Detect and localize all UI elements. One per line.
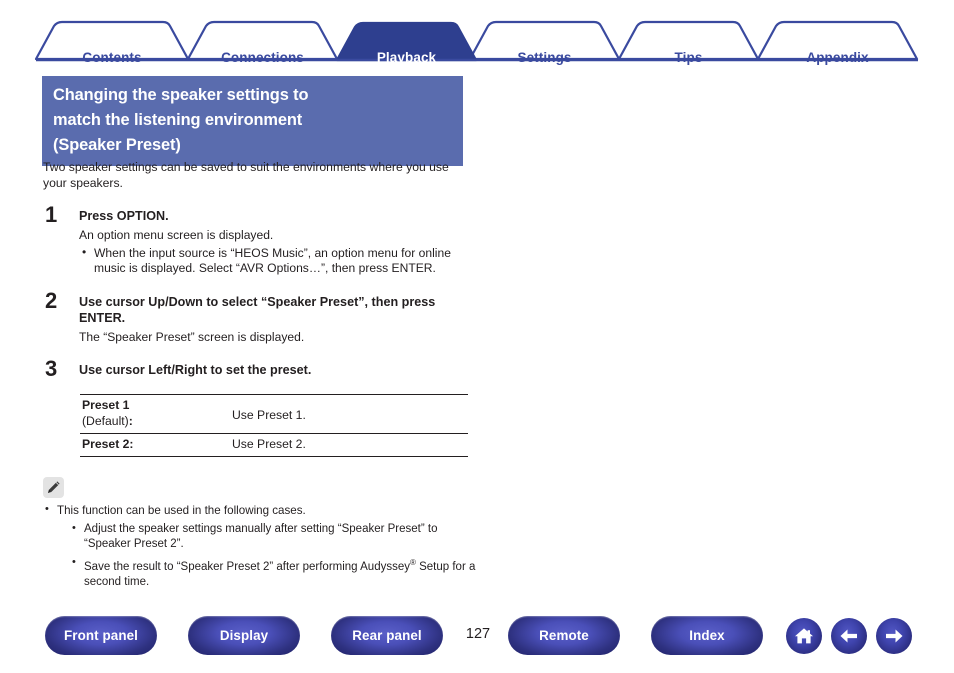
note-item-2-text-pre: Save the result to “Speaker Preset 2” af… [84, 560, 410, 573]
rear-panel-button[interactable]: Rear panel [331, 616, 443, 655]
pencil-icon [43, 477, 64, 499]
note-item-1-text: Adjust the speaker settings manually aft… [84, 523, 438, 551]
display-button-label: Display [219, 628, 269, 643]
article-body: Two speaker settings can be saved to sui… [43, 160, 475, 589]
step-2: 2 Use cursor Up/Down to select “Speaker … [43, 289, 473, 346]
arrow-right-icon [886, 629, 903, 643]
front-panel-button[interactable]: Front panel [45, 616, 157, 655]
page-title-line-3: (Speaker Preset) [53, 136, 181, 154]
step-1-heading: Press OPTION. [79, 209, 169, 224]
preset-row-1-key-suffix: : [128, 413, 133, 428]
home-icon [795, 628, 813, 644]
top-tab-bar: Contents Connections Playback Settings T… [0, 18, 954, 65]
preset-table: Preset 1 (Default): Use Preset 1. Preset … [80, 394, 468, 458]
rear-panel-button-label: Rear panel [352, 628, 422, 643]
preset-row-2-key: Preset 2: [80, 432, 232, 458]
step-1-notes: When the input source is “HEOS Music”, a… [79, 245, 473, 277]
index-button[interactable]: Index [651, 616, 763, 655]
back-button[interactable] [831, 618, 867, 654]
step-3: 3 Use cursor Left/Right to set the prese… [43, 358, 473, 380]
forward-button[interactable] [876, 618, 912, 654]
step-1-description: An option menu screen is displayed. [79, 228, 274, 243]
step-2-heading: Use cursor Up/Down to select “Speaker Pr… [79, 294, 436, 325]
preset-row-1-value: Use Preset 1. [232, 394, 468, 434]
tab-appendix[interactable]: Appendix [758, 50, 917, 65]
step-1: 1 Press OPTION. An option menu screen is… [43, 204, 473, 277]
preset-row-2-value: Use Preset 2. [232, 432, 468, 458]
remote-button-label: Remote [539, 628, 589, 643]
page-title-line-1: Changing the speaker settings to [53, 86, 309, 104]
note-list: This function can be used in the followi… [43, 502, 475, 589]
table-row: Preset 2: Use Preset 2. [80, 432, 468, 458]
list-item: Save the result to “Speaker Preset 2” af… [70, 555, 484, 589]
pencil-icon-glyph [48, 481, 60, 494]
page-title: Changing the speaker settings to match t… [42, 76, 463, 166]
list-item: Adjust the speaker settings manually aft… [70, 521, 484, 552]
preset-row-1-key-bold: Preset 1 [82, 398, 130, 413]
note-section: This function can be used in the followi… [43, 477, 475, 589]
step-2-description: The “Speaker Preset” screen is displayed… [79, 329, 305, 344]
tab-tips[interactable]: Tips [619, 50, 758, 65]
note-lead: This function can be used in the followi… [43, 502, 475, 589]
list-item: When the input source is “HEOS Music”, a… [79, 245, 469, 277]
preset-row-1-key-regular: (Default) [82, 413, 129, 428]
step-3-number: 3 [45, 356, 58, 382]
table-row: Preset 1 (Default): Use Preset 1. [80, 394, 468, 434]
footer-nav: Front panel Display Rear panel 127 Remot… [0, 616, 954, 658]
note-sublist: Adjust the speaker settings manually aft… [57, 521, 475, 589]
intro-paragraph: Two speaker settings can be saved to sui… [43, 160, 449, 190]
arrow-left-icon [840, 629, 857, 643]
preset-row-1-key: Preset 1 (Default): [80, 394, 232, 434]
index-button-label: Index [689, 628, 725, 643]
tab-playback[interactable]: Playback [337, 50, 476, 65]
step-3-heading: Use cursor Left/Right to set the preset. [79, 363, 312, 378]
step-2-number: 2 [45, 287, 58, 313]
front-panel-button-label: Front panel [63, 628, 138, 643]
tab-contents[interactable]: Contents [36, 50, 188, 65]
tab-settings[interactable]: Settings [470, 50, 619, 65]
display-button[interactable]: Display [188, 616, 300, 655]
tab-connections[interactable]: Connections [188, 50, 337, 65]
page-title-line-2: match the listening environment [53, 111, 303, 129]
home-button[interactable] [786, 618, 822, 654]
remote-button[interactable]: Remote [508, 616, 620, 655]
note-lead-text: This function can be used in the followi… [57, 504, 306, 518]
page-number: 127 [465, 626, 491, 642]
step-1-number: 1 [45, 202, 58, 228]
